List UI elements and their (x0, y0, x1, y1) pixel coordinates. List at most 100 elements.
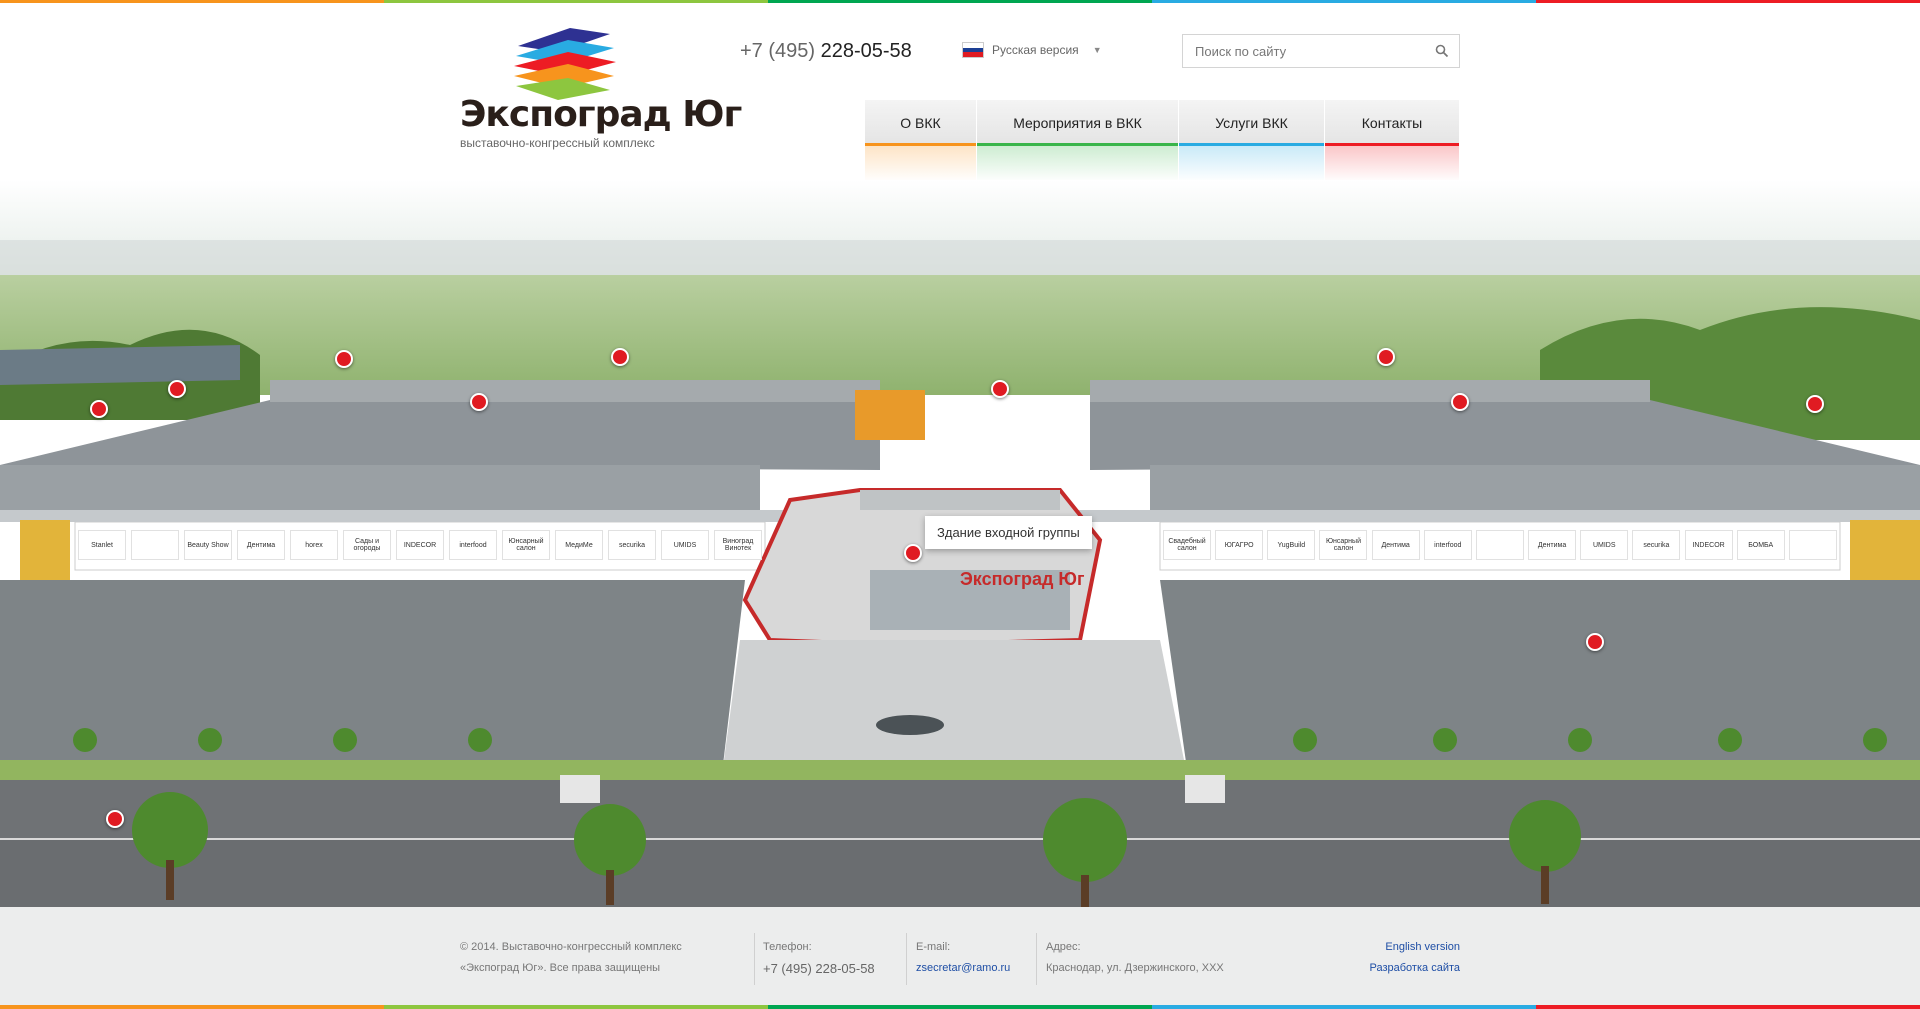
nav-item-label: Услуги ВКК (1215, 115, 1288, 131)
footer-address: Адрес: Краснодар, ул. Дзержинского, XXX (1046, 937, 1224, 979)
exhibitor-banner[interactable]: Юнсарный салон (502, 530, 550, 560)
logo-subtitle: выставочно-конгрессный комплекс (460, 136, 655, 150)
map-pin[interactable] (611, 348, 629, 366)
exhibitor-banner[interactable] (1788, 530, 1837, 560)
nav-glow (977, 146, 1178, 182)
logo-emblem-icon (514, 28, 616, 100)
stripe-segment (0, 1005, 384, 1009)
footer-copyright: © 2014. Выставочно-конгрессный комплекс … (460, 937, 682, 979)
exhibitor-banner[interactable] (131, 530, 179, 560)
header-phone: +7 (495) 228-05-58 (740, 40, 912, 63)
exhibitor-banner[interactable]: UMIDS (661, 530, 709, 560)
nav-item-about[interactable]: О ВКК (865, 100, 977, 182)
building-sign: Экспоград Юг (960, 569, 1085, 589)
exhibitor-banner[interactable]: interfood (449, 530, 497, 560)
footer-email: E-mail: zsecretar@ramo.ru (916, 937, 1010, 979)
email-link[interactable]: zsecretar@ramo.ru (916, 962, 1010, 974)
exhibitor-banner[interactable]: securika (1632, 530, 1681, 560)
site-logo[interactable]: Экспоград Юг выставочно-конгрессный комп… (460, 24, 742, 154)
nav-item-label: Мероприятия в ВКК (1013, 115, 1142, 131)
exhibitor-banner[interactable]: Юнсарный салон (1319, 530, 1368, 560)
exhibitor-banner[interactable]: Сады и огороды (343, 530, 391, 560)
nav-item-services[interactable]: Услуги ВКК (1179, 100, 1325, 182)
phone-value: +7 (495) 228-05-58 (763, 961, 875, 976)
copyright-line: «Экспоград Юг». Все права защищены (460, 962, 661, 974)
exhibitor-banner[interactable]: INDECOR (396, 530, 444, 560)
site-footer: © 2014. Выставочно-конгрессный комплекс … (0, 907, 1920, 1005)
address-label: Адрес: (1046, 941, 1081, 953)
phone-code: +7 (495) (740, 40, 816, 62)
stripe-segment (768, 1005, 1152, 1009)
exhibitor-banner[interactable]: Beauty Show (184, 530, 232, 560)
exhibitor-banner[interactable]: horex (290, 530, 338, 560)
exhibitor-banner[interactable]: UMIDS (1580, 530, 1629, 560)
map-pin[interactable] (904, 544, 922, 562)
russia-flag-icon (962, 42, 984, 58)
map-pin[interactable] (335, 350, 353, 368)
building-tooltip: Здание входной группы (925, 516, 1092, 549)
map-pin[interactable] (168, 380, 186, 398)
map-pin[interactable] (1377, 348, 1395, 366)
footer-links: English version Разработка сайта (1370, 937, 1460, 979)
exhibitor-banner[interactable]: Дентима (1371, 530, 1420, 560)
bottom-color-stripe (0, 1005, 1920, 1009)
footer-divider (754, 933, 755, 985)
stripe-segment (1536, 1005, 1920, 1009)
footer-divider (1036, 933, 1037, 985)
english-version-link[interactable]: English version (1385, 941, 1460, 953)
language-label: Русская версия (992, 43, 1079, 57)
exhibitor-banner[interactable]: Дентима (1528, 530, 1577, 560)
phone-number: 228-05-58 (820, 40, 912, 62)
exhibitor-banner[interactable]: БОМБА (1736, 530, 1785, 560)
language-selector[interactable]: Русская версия ▼ (962, 42, 1102, 58)
search-input[interactable] (1183, 35, 1413, 67)
nav-glow (865, 146, 976, 182)
footer-phone: Телефон: +7 (495) 228-05-58 (763, 937, 875, 979)
stripe-segment (1152, 1005, 1536, 1009)
exhibitor-banner[interactable]: Дентима (237, 530, 285, 560)
site-developer-link[interactable]: Разработка сайта (1370, 962, 1460, 974)
exhibitor-banner[interactable]: Виноград Винотек (714, 530, 762, 560)
exhibitor-banner[interactable]: Свадебный салон (1163, 530, 1211, 560)
nav-item-contacts[interactable]: Контакты (1325, 100, 1460, 182)
map-pin[interactable] (1806, 395, 1824, 413)
exhibitor-banner[interactable] (1475, 530, 1524, 560)
map-pin[interactable] (1451, 393, 1469, 411)
exhibitor-banner[interactable]: МедиМе (555, 530, 603, 560)
map-pin[interactable] (1586, 633, 1604, 651)
stripe-segment (384, 0, 768, 3)
stripe-segment (1152, 0, 1536, 3)
nav-item-label: О ВКК (900, 115, 941, 131)
logo-name: Экспоград Юг (460, 94, 742, 135)
stripe-segment (768, 0, 1152, 3)
map-pin[interactable] (470, 393, 488, 411)
map-pin[interactable] (991, 380, 1009, 398)
email-label: E-mail: (916, 941, 951, 953)
exhibitor-banner[interactable]: YugBuild (1267, 530, 1316, 560)
exhibitor-banner[interactable]: INDECOR (1684, 530, 1733, 560)
complex-map: Экспоград Юг Stanlet Beauty Show Дентима ho… (0, 180, 1920, 907)
nav-item-events[interactable]: Мероприятия в ВКК (977, 100, 1179, 182)
footer-divider (906, 933, 907, 985)
nav-glow (1179, 146, 1324, 182)
map-pin[interactable] (106, 810, 124, 828)
chevron-down-icon: ▼ (1092, 45, 1102, 55)
search-box[interactable] (1182, 34, 1460, 68)
stripe-segment (0, 0, 384, 3)
search-icon[interactable] (1435, 44, 1449, 63)
exhibitor-banner[interactable]: interfood (1423, 530, 1472, 560)
phone-label: Телефон: (763, 941, 812, 953)
nav-item-label: Контакты (1361, 115, 1423, 131)
exhibitor-banner[interactable]: securika (608, 530, 656, 560)
address-value: Краснодар, ул. Дзержинского, XXX (1046, 962, 1224, 974)
right-banner-row: Свадебный салон ЮГАГРО YugBuild Юнсарный са… (1163, 530, 1837, 560)
left-banner-row: Stanlet Beauty Show Дентима horex Сады и ого… (78, 530, 762, 560)
stripe-segment (1536, 0, 1920, 3)
exhibitor-banner[interactable]: Stanlet (78, 530, 126, 560)
nav-glow (1325, 146, 1459, 182)
copyright-line: © 2014. Выставочно-конгрессный комплекс (460, 941, 682, 953)
exhibitor-banner[interactable]: ЮГАГРО (1215, 530, 1264, 560)
top-color-stripe (0, 0, 1920, 3)
map-pin[interactable] (90, 400, 108, 418)
stripe-segment (384, 1005, 768, 1009)
